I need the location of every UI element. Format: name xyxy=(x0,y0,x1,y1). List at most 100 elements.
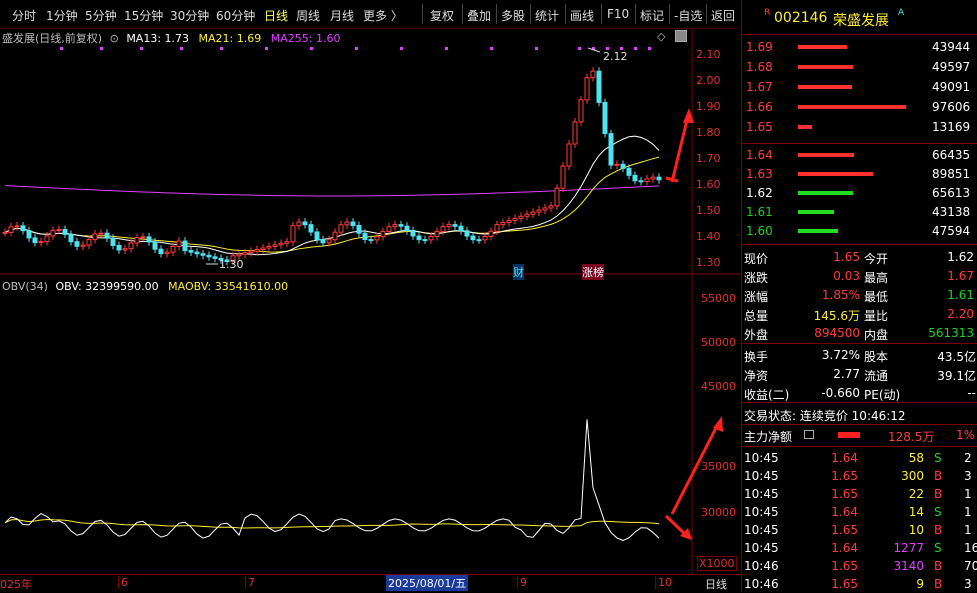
bid-volume: 65613 xyxy=(932,186,971,200)
candle-body xyxy=(14,225,20,228)
candle-body xyxy=(254,249,260,252)
tab-30min[interactable]: 30分钟 xyxy=(170,7,209,24)
candle-body xyxy=(182,240,188,252)
ask-volume-bar xyxy=(798,65,854,69)
fundamental-value: 43.5亿 xyxy=(937,350,976,364)
stat-label: 现价 xyxy=(744,252,769,266)
candle-body xyxy=(206,254,212,258)
period-indicator[interactable]: 日线 xyxy=(705,576,727,592)
date-axis: 025年 6 7 2025/08/01/五 9 10 日线 xyxy=(0,574,741,593)
tick-price: 1.65 xyxy=(831,487,858,501)
kline-ytick: 2.00 xyxy=(696,74,721,87)
tick-row: 10:45 1.64 1277 S 16 xyxy=(742,539,977,557)
candle-body xyxy=(524,213,530,217)
main-net-row[interactable]: 主力净额 128.5万 1% xyxy=(742,426,977,444)
bid-level-5[interactable]: 1.60 47594 xyxy=(742,222,977,240)
bid-level-4[interactable]: 1.61 43138 xyxy=(742,203,977,221)
tick-price: 1.64 xyxy=(831,505,858,519)
candle-body xyxy=(416,235,422,241)
bid-level-1[interactable]: 1.64 66435 xyxy=(742,146,977,164)
main-net-bar xyxy=(838,432,860,438)
candle-body xyxy=(632,174,638,182)
restore-rights-button[interactable]: 复权 xyxy=(430,7,454,24)
kline-ytick: 1.30 xyxy=(696,256,721,269)
signal-dot xyxy=(265,47,268,50)
mark-button[interactable]: 标记 xyxy=(640,7,664,24)
signal-dot xyxy=(100,47,103,50)
fundamental-value: 2.77 xyxy=(833,367,860,381)
fundamental-label: 净资 xyxy=(744,369,769,383)
candle-body xyxy=(368,239,374,242)
tab-monthly[interactable]: 月线 xyxy=(330,7,354,24)
obv-unit: X1000 xyxy=(697,556,737,571)
tab-weekly[interactable]: 周线 xyxy=(296,7,320,24)
bid-volume-bar xyxy=(798,191,853,195)
stat-value: 1.61 xyxy=(947,288,974,302)
watchlist-button[interactable]: -自选 xyxy=(674,7,702,24)
bid-price: 1.62 xyxy=(746,186,773,200)
stock-header: R 002146 荣盛发展 A xyxy=(742,8,977,32)
tick-volume: 58 xyxy=(908,451,924,465)
obv-panel[interactable]: OBV(34) OBV: 32399590.00 MAOBV: 33541610… xyxy=(0,276,741,574)
stat-row-1: 现价 1.65 今开 1.62 xyxy=(742,248,977,266)
f10-button[interactable]: F10 xyxy=(607,7,629,21)
stat-label: 涨幅 xyxy=(744,290,769,304)
candle-body xyxy=(56,229,62,232)
tab-5min[interactable]: 5分钟 xyxy=(85,7,117,24)
bid-level-3[interactable]: 1.62 65613 xyxy=(742,184,977,202)
tab-1min[interactable]: 1分钟 xyxy=(46,7,78,24)
tab-60min[interactable]: 60分钟 xyxy=(216,7,255,24)
xaxis-label-year: 025年 xyxy=(0,578,32,591)
candle-body xyxy=(458,225,464,232)
ask-level-3[interactable]: 1.67 49091 xyxy=(742,78,977,96)
statistics-button[interactable]: 统计 xyxy=(535,7,559,24)
ask-level-5[interactable]: 1.65 13169 xyxy=(742,118,977,136)
stat-label: 内盘 xyxy=(864,328,889,342)
candle-body xyxy=(644,178,650,183)
bid-level-2[interactable]: 1.63 89851 xyxy=(742,165,977,183)
candle-body xyxy=(242,252,248,255)
tab-15min[interactable]: 15分钟 xyxy=(124,7,163,24)
candle-body xyxy=(584,77,590,101)
kline-ytick: 1.80 xyxy=(696,126,721,139)
fundamental-label: PE(动) xyxy=(864,388,901,402)
stat-label: 最低 xyxy=(864,290,889,304)
expand-icon[interactable] xyxy=(804,430,814,439)
trade-status-row: 交易状态: 连续竞价 10:46:12 xyxy=(742,405,977,423)
overlay-button[interactable]: 叠加 xyxy=(467,7,491,24)
candle-body xyxy=(266,245,272,249)
ask-price: 1.65 xyxy=(746,120,773,134)
candle-body xyxy=(350,221,356,227)
ask-level-2[interactable]: 1.68 49597 xyxy=(742,58,977,76)
stat-value: 1.65 xyxy=(833,250,860,264)
candle-body xyxy=(236,253,242,257)
tick-time: 10:45 xyxy=(744,541,779,555)
candle-body xyxy=(392,224,398,228)
tab-daily[interactable]: 日线 xyxy=(264,7,288,24)
candle-body xyxy=(440,226,446,232)
bid-volume: 47594 xyxy=(932,224,971,238)
tab-intraday[interactable]: 分时 xyxy=(12,7,36,24)
multi-stock-button[interactable]: 多股 xyxy=(501,7,525,24)
candle-body xyxy=(20,225,26,232)
stat-value: 2.20 xyxy=(947,307,974,321)
bid-volume-bar xyxy=(798,153,854,157)
ask-level-4[interactable]: 1.66 97606 xyxy=(742,98,977,116)
draw-line-button[interactable]: 画线 xyxy=(570,7,594,24)
candle-body xyxy=(50,229,56,237)
tick-row: 10:45 1.65 22 B 1 xyxy=(742,485,977,503)
ask-level-1[interactable]: 1.69 43944 xyxy=(742,38,977,56)
main-net-label: 主力净额 xyxy=(744,430,793,444)
candle-body xyxy=(158,248,164,255)
tick-volume: 22 xyxy=(908,487,924,501)
tab-more[interactable]: 更多 〉 xyxy=(363,7,403,24)
tick-price: 1.65 xyxy=(831,559,858,573)
candle-body xyxy=(8,226,14,233)
candle-body xyxy=(608,133,614,166)
tick-row: 10:46 1.65 3140 B 70 xyxy=(742,557,977,575)
tick-row: 10:46 1.65 9 B 3 xyxy=(742,575,977,593)
tick-volume: 14 xyxy=(908,505,924,519)
candle-body xyxy=(548,205,554,209)
back-button[interactable]: 返回 xyxy=(711,7,735,24)
kline-panel[interactable]: 盛发展(日线,前复权) ⊙ MA13: 1.73 MA21: 1.69 MA25… xyxy=(0,28,741,280)
